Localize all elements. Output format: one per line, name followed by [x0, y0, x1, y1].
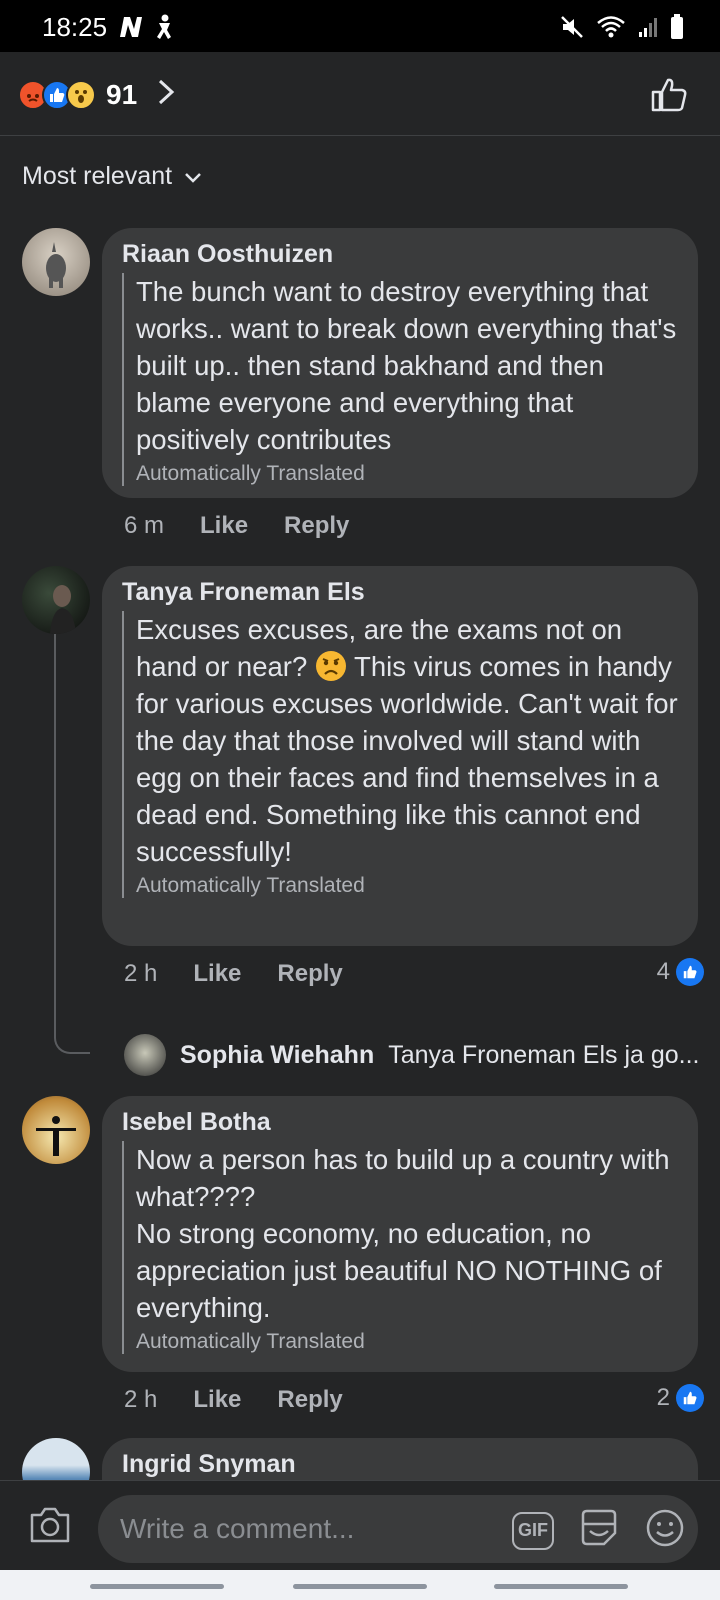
status-bar: 18:25 [0, 0, 720, 52]
camera-icon[interactable] [28, 1505, 72, 1550]
thread-line [54, 634, 56, 1014]
mute-icon [560, 15, 584, 44]
frowning-emoji-icon [315, 650, 347, 682]
comment-actions: 2 h Like Reply [124, 960, 343, 988]
comment-author[interactable]: Ingrid Snyman [122, 1450, 678, 1479]
thread-connector [54, 1012, 90, 1054]
comment-text-line: No strong economy, no education, no appr… [136, 1218, 662, 1323]
avatar[interactable] [22, 566, 90, 634]
nav-recents-handle[interactable] [494, 1584, 628, 1589]
emoji-icon[interactable] [644, 1507, 686, 1554]
comment-actions: 6 m Like Reply [124, 512, 349, 540]
reactions-header: 91 [0, 52, 720, 136]
comment-time: 6 m [124, 512, 165, 539]
reply-button[interactable]: Reply [277, 1386, 342, 1414]
battery-icon [670, 14, 684, 45]
comment-like-count[interactable]: 2 [657, 1384, 704, 1412]
comment-time: 2 h [124, 960, 158, 987]
reply-button[interactable]: Reply [284, 512, 349, 540]
translation-label[interactable]: Automatically Translated [136, 874, 678, 898]
system-nav-bar [0, 1570, 720, 1600]
wifi-icon [596, 15, 626, 44]
comment-bubble[interactable]: Tanya Froneman Els Excuses excuses, are … [102, 566, 698, 946]
avatar [124, 1034, 166, 1076]
avatar[interactable] [22, 228, 90, 296]
sort-label: Most relevant [22, 162, 173, 190]
gif-icon[interactable]: GIF [512, 1511, 554, 1550]
comment-author[interactable]: Riaan Oosthuizen [122, 240, 678, 269]
comment-actions: 2 h Like Reply [124, 1386, 343, 1414]
reply-preview[interactable]: Sophia Wiehahn Tanya Froneman Els ja go.… [124, 1034, 704, 1076]
accessibility-icon [154, 14, 176, 45]
news-notification-icon [118, 15, 144, 44]
nav-home-handle[interactable] [293, 1584, 427, 1589]
comment-bubble[interactable]: Isebel Botha Now a person has to build u… [102, 1096, 698, 1372]
like-badge-icon [676, 958, 704, 986]
sort-dropdown[interactable]: Most relevant [22, 162, 202, 191]
comment-time: 2 h [124, 1386, 158, 1413]
comment-partial: Ingrid Snyman [0, 1432, 720, 1480]
comment-like-count[interactable]: 4 [657, 958, 704, 986]
comment-bubble[interactable]: Ingrid Snyman [102, 1438, 698, 1480]
reply-text: Tanya Froneman Els ja go... [388, 1040, 700, 1069]
like-button[interactable]: Like [200, 512, 248, 540]
nav-back-handle[interactable] [90, 1584, 224, 1589]
like-badge-icon [676, 1384, 704, 1412]
like-post-icon[interactable] [650, 76, 688, 119]
comment-author[interactable]: Tanya Froneman Els [122, 578, 678, 607]
reply-button[interactable]: Reply [277, 960, 342, 988]
signal-icon [638, 16, 658, 43]
avatar[interactable] [22, 1096, 90, 1164]
reactions-summary[interactable]: 91 [18, 78, 175, 111]
comment-composer: Write a comment... GIF [0, 1480, 720, 1570]
reaction-count: 91 [106, 78, 138, 110]
comment-text: The bunch want to destroy everything tha… [136, 276, 677, 455]
sticker-icon[interactable] [578, 1507, 620, 1554]
comment-bubble[interactable]: Riaan Oosthuizen The bunch want to destr… [102, 228, 698, 498]
chevron-right-icon[interactable] [157, 78, 175, 111]
translation-label[interactable]: Automatically Translated [136, 1330, 678, 1354]
chevron-down-icon [184, 162, 202, 191]
comment-input[interactable]: Write a comment... GIF [98, 1495, 698, 1563]
reply-author: Sophia Wiehahn [180, 1040, 375, 1069]
avatar[interactable] [22, 1438, 90, 1480]
like-button[interactable]: Like [193, 960, 241, 988]
translation-label[interactable]: Automatically Translated [136, 462, 678, 486]
comment-text: Excuses excuses, are the exams not on ha… [136, 614, 678, 867]
comment-text-line: Now a person has to build up a country w… [136, 1144, 670, 1212]
status-time: 18:25 [42, 12, 108, 42]
comment-author[interactable]: Isebel Botha [122, 1108, 678, 1137]
comment-placeholder: Write a comment... [120, 1513, 355, 1544]
wow-reaction-icon [66, 79, 96, 110]
like-button[interactable]: Like [193, 1386, 241, 1414]
